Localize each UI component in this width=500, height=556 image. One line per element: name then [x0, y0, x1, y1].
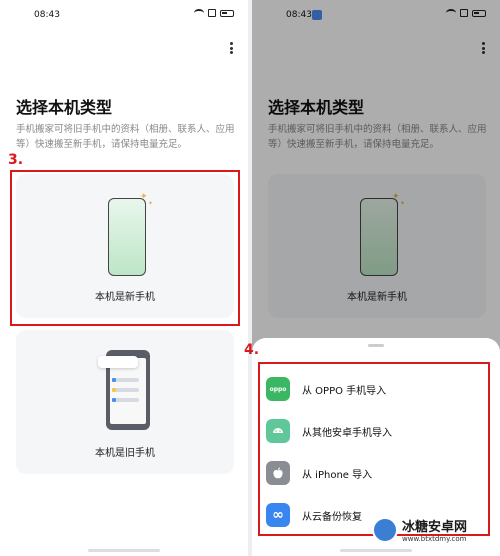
more-menu-icon[interactable] [228, 42, 234, 56]
gesture-bar [340, 549, 412, 552]
battery-icon [220, 9, 234, 17]
transfer-tab-icon [98, 356, 138, 368]
sim-icon [208, 9, 216, 17]
status-time: 08:43 [34, 10, 60, 20]
step-4-highlight [258, 362, 490, 536]
step-3-label: 3. [8, 152, 24, 168]
page-title: 选择本机类型 [16, 98, 113, 117]
step-3-highlight [10, 170, 240, 326]
watermark-logo-icon [372, 516, 398, 543]
old-phone-label: 本机是旧手机 [95, 448, 155, 459]
step-4-label: 4. [244, 342, 260, 358]
sheet-handle[interactable] [368, 344, 384, 347]
status-icons [194, 9, 234, 17]
old-phone-card[interactable]: 本机是旧手机 [16, 330, 234, 474]
page-description: 手机搬家可将旧手机中的资料（相册、联系人、应用等）快速搬至新手机，请保持电量充足… [16, 124, 235, 150]
gesture-bar [88, 549, 160, 552]
status-bar: 08:43 [0, 0, 248, 34]
wifi-icon [194, 9, 204, 17]
watermark-title: 冰糖安卓网 [402, 520, 468, 535]
watermark: 冰糖安卓网 www.btxtdmy.com [372, 516, 467, 543]
watermark-url: www.btxtdmy.com [402, 535, 467, 543]
